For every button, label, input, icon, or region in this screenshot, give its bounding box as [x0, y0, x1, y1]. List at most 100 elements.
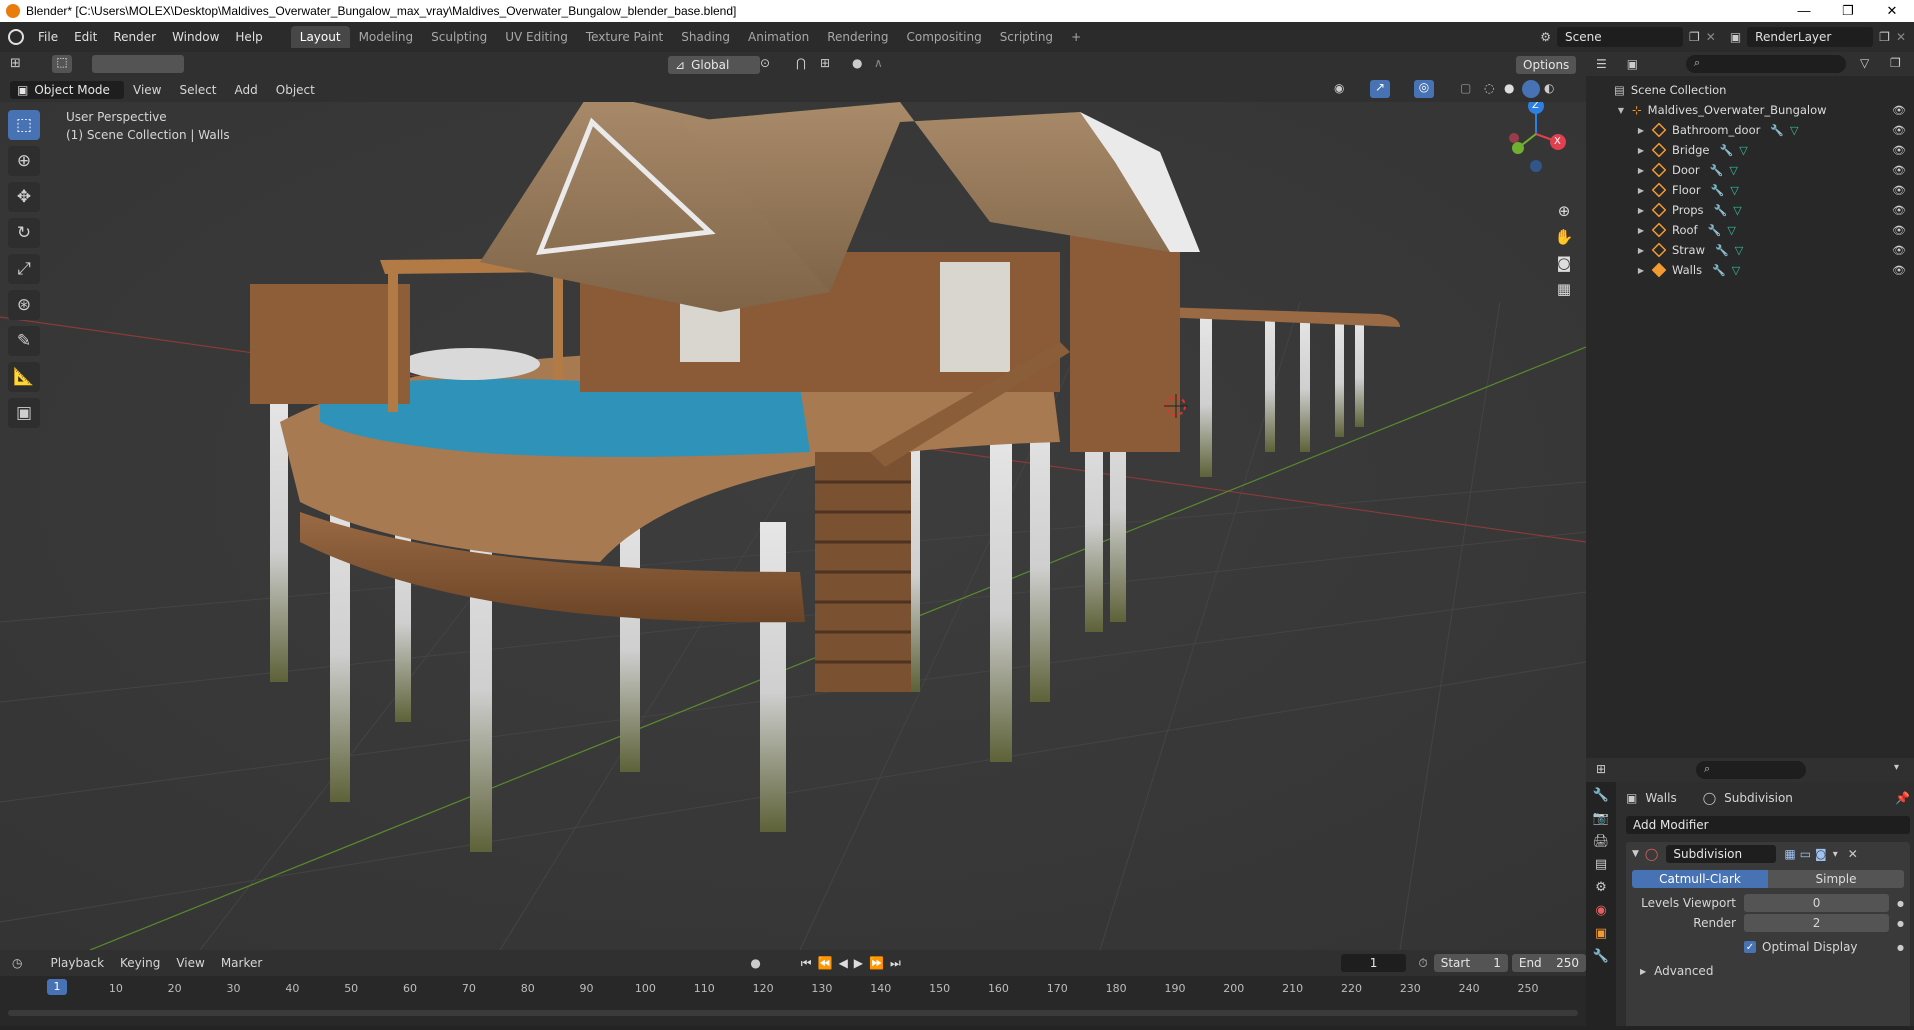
gizmo-toggle-icon[interactable]: ↗	[1370, 80, 1390, 98]
snap-target-icon[interactable]: ⊞	[820, 56, 830, 70]
jump-start-icon[interactable]: ⏮	[801, 956, 812, 971]
jump-end-icon[interactable]: ⏭	[890, 956, 901, 971]
frame-ruler[interactable]: 1 10 20 30 40 50 60 70 80 90 100 110 120 130 140 150 16…	[0, 976, 1586, 1000]
new-scene-icon[interactable]: ❐	[1689, 30, 1700, 44]
transform-tool-icon[interactable]: ⊛	[8, 290, 40, 320]
tab-rendering[interactable]: Rendering	[818, 26, 897, 48]
play-reverse-icon[interactable]: ◀	[839, 956, 848, 970]
render-layer-selector[interactable]: RenderLayer	[1747, 27, 1874, 47]
add-cube-tool-icon[interactable]: ▣	[8, 398, 40, 428]
shading-wireframe-icon[interactable]: ◌	[1484, 81, 1494, 95]
mesh-data-icon[interactable]: ▽	[1735, 244, 1743, 257]
outliner-item-bridge[interactable]: ▶ Bridge 🔧 ▽ 👁	[1586, 140, 1914, 160]
visibility-eye-icon[interactable]: 👁	[1892, 124, 1906, 137]
3d-viewport[interactable]: User Perspective (1) Scene Collection | …	[0, 102, 1586, 950]
tab-shading[interactable]: Shading	[672, 26, 739, 48]
current-frame-field[interactable]: 1	[1340, 954, 1407, 972]
menu-edit[interactable]: Edit	[66, 30, 105, 44]
keyframe-dot-icon[interactable]: ●	[1897, 919, 1904, 928]
delete-layer-icon[interactable]: ✕	[1896, 30, 1906, 44]
add-workspace-button[interactable]: +	[1062, 26, 1090, 48]
modifier-wrench-icon[interactable]: 🔧	[1711, 184, 1725, 197]
modifier-wrench-icon[interactable]: 🔧	[1712, 264, 1726, 277]
expand-triangle-icon[interactable]: ▶	[1636, 126, 1646, 135]
next-keyframe-icon[interactable]: ⏩	[869, 956, 884, 970]
keyframe-dot-icon[interactable]: ●	[1897, 899, 1904, 908]
edit-mode-toggle-icon[interactable]: ▦	[1784, 847, 1795, 861]
expand-triangle-icon[interactable]: ▶	[1636, 226, 1646, 235]
record-icon[interactable]: ●	[750, 956, 760, 970]
tab-layout[interactable]: Layout	[290, 26, 350, 48]
visibility-eye-icon[interactable]: 👁	[1892, 104, 1906, 117]
visibility-eye-icon[interactable]: 👁	[1892, 204, 1906, 217]
catmull-clark-button[interactable]: Catmull-Clark	[1632, 870, 1768, 888]
play-icon[interactable]: ▶	[854, 956, 863, 970]
visibility-eye-icon[interactable]: 👁	[1892, 264, 1906, 277]
timeline-scrollbar[interactable]	[8, 1010, 1578, 1016]
tab-compositing[interactable]: Compositing	[897, 26, 990, 48]
perspective-grid-icon[interactable]: ▦	[1551, 276, 1577, 302]
outliner-scene-collection[interactable]: ▤ Scene Collection	[1586, 80, 1914, 100]
expand-triangle-icon[interactable]: ▶	[1636, 146, 1646, 155]
start-frame-field[interactable]: Start 1	[1433, 954, 1508, 972]
outliner-collection-row[interactable]: ▼ ⊹ Maldives_Overwater_Bungalow 👁	[1586, 100, 1914, 120]
pivot-icon[interactable]: ⊙	[760, 56, 770, 70]
shading-rendered-icon[interactable]: ◐	[1544, 81, 1554, 95]
viewport-toggle-icon[interactable]: ▭	[1800, 847, 1811, 861]
object-menu[interactable]: Object	[267, 83, 324, 97]
tab-modeling[interactable]: Modeling	[350, 26, 423, 48]
tab-scripting[interactable]: Scripting	[991, 26, 1062, 48]
prev-keyframe-icon[interactable]: ⏪	[818, 956, 833, 970]
options-dropdown[interactable]: Options	[1516, 56, 1577, 74]
minimize-button[interactable]: —	[1782, 3, 1826, 19]
overlay-toggle-icon[interactable]: ◎	[1414, 80, 1434, 98]
close-window-button[interactable]: ✕	[1870, 3, 1914, 19]
visibility-eye-icon[interactable]: 👁	[1892, 184, 1906, 197]
select-mode-icons[interactable]	[92, 55, 184, 73]
mesh-data-icon[interactable]: ▽	[1727, 224, 1735, 237]
modifier-name-field[interactable]: Subdivision	[1666, 845, 1777, 863]
world-tab-icon[interactable]: ◉	[1595, 903, 1606, 918]
mesh-data-icon[interactable]: ▽	[1790, 124, 1798, 137]
expand-triangle-icon[interactable]: ▶	[1636, 266, 1646, 275]
expand-triangle-icon[interactable]: ▶	[1640, 967, 1646, 976]
scale-tool-icon[interactable]: ⤢	[8, 254, 40, 284]
measure-tool-icon[interactable]: 📐	[8, 362, 40, 392]
visibility-eye-icon[interactable]: 👁	[1892, 164, 1906, 177]
filter-icon[interactable]: ▽	[1860, 56, 1869, 70]
outliner-editor-icon[interactable]: ☰	[1596, 57, 1607, 71]
select-menu[interactable]: Select	[170, 83, 225, 97]
visibility-eye-icon[interactable]: 👁	[1892, 244, 1906, 257]
keyframe-dot-icon[interactable]: ●	[1897, 943, 1904, 952]
modifier-wrench-icon[interactable]: 🔧	[1720, 144, 1734, 157]
object-tab-icon[interactable]: ▣	[1595, 926, 1607, 941]
modifier-wrench-icon[interactable]: 🔧	[1708, 224, 1722, 237]
timeline-editor-icon[interactable]: ◷	[12, 956, 22, 970]
pan-hand-icon[interactable]: ✋	[1551, 224, 1577, 250]
new-collection-icon[interactable]: ❐	[1890, 56, 1901, 70]
cursor-tool-icon[interactable]: ⊕	[8, 146, 40, 176]
properties-editor-icon[interactable]: ⊞	[1596, 762, 1606, 776]
delete-scene-icon[interactable]: ✕	[1706, 30, 1716, 44]
select-tool-icon[interactable]: ⬚	[52, 55, 72, 73]
outliner-item-bathroom-door[interactable]: ▶ Bathroom_door 🔧 ▽ 👁	[1586, 120, 1914, 140]
view-menu[interactable]: View	[124, 83, 170, 97]
menu-window[interactable]: Window	[164, 30, 227, 44]
menu-file[interactable]: File	[30, 30, 66, 44]
visibility-eye-icon[interactable]: 👁	[1892, 144, 1906, 157]
modifier-tab-icon[interactable]: 🔧	[1593, 949, 1609, 964]
add-menu[interactable]: Add	[226, 83, 267, 97]
outliner-item-door[interactable]: ▶ Door 🔧 ▽ 👁	[1586, 160, 1914, 180]
outliner-item-floor[interactable]: ▶ Floor 🔧 ▽ 👁	[1586, 180, 1914, 200]
outliner-item-props[interactable]: ▶ Props 🔧 ▽ 👁	[1586, 200, 1914, 220]
scene-selector[interactable]: Scene	[1557, 27, 1683, 47]
view-layer-tab-icon[interactable]: ▤	[1595, 857, 1607, 872]
collapse-triangle-icon[interactable]: ▼	[1632, 849, 1639, 859]
menu-render[interactable]: Render	[105, 30, 164, 44]
select-box-tool-icon[interactable]: ⬚	[8, 110, 40, 140]
outliner-item-straw[interactable]: ▶ Straw 🔧 ▽ 👁	[1586, 240, 1914, 260]
rotate-tool-icon[interactable]: ↻	[8, 218, 40, 248]
simple-button[interactable]: Simple	[1768, 870, 1904, 888]
properties-options-icon[interactable]: ▾	[1894, 762, 1899, 773]
mesh-data-icon[interactable]: ▽	[1732, 264, 1740, 277]
